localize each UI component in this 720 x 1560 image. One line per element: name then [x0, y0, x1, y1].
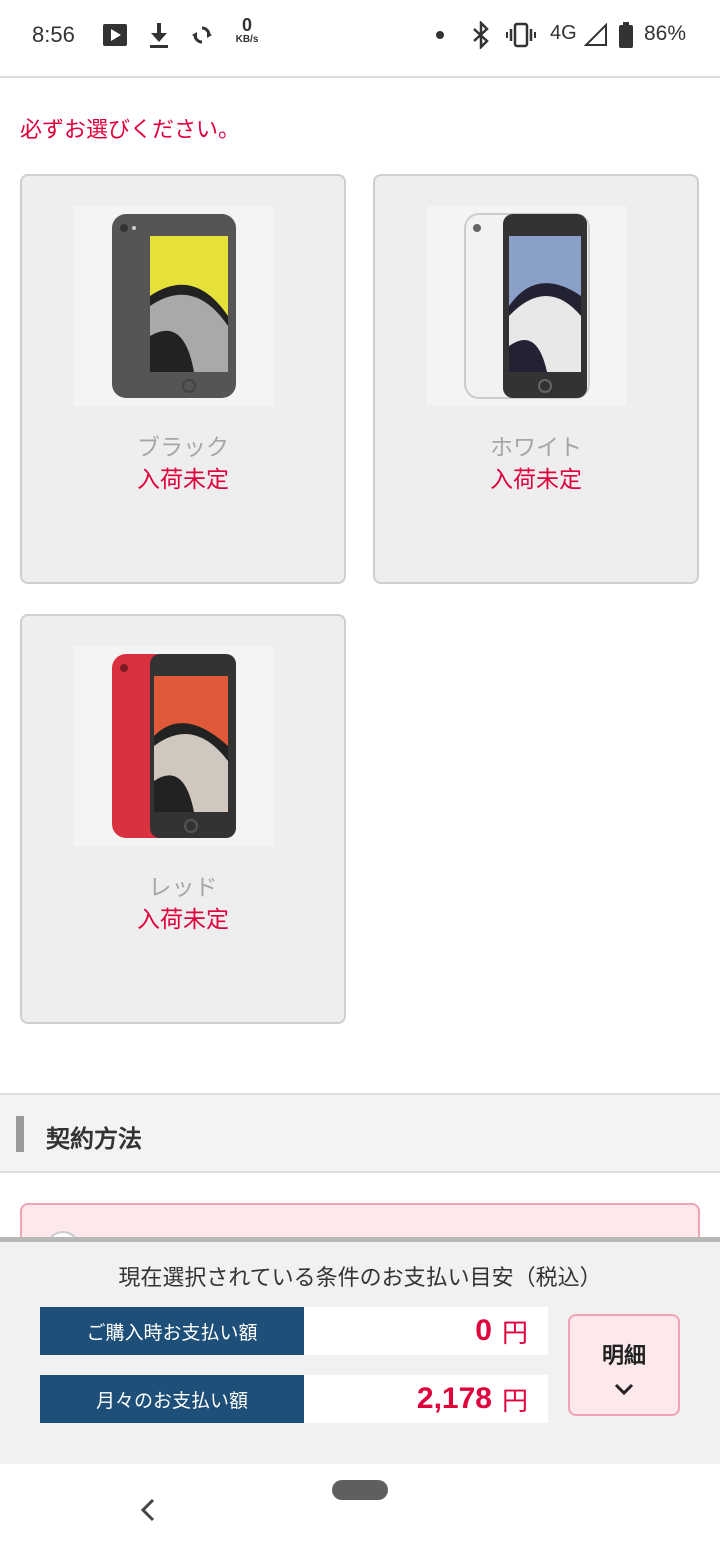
payment-summary-title: 現在選択されている条件のお支払い目安（税込）: [118, 1266, 602, 1291]
currency-unit: 円: [501, 1318, 528, 1349]
download-icon: [146, 20, 172, 50]
color-name: ホワイト: [490, 435, 582, 461]
battery-icon: [618, 20, 634, 50]
contract-method-section-header: 契約方法: [0, 1093, 720, 1173]
amount: 2,178: [416, 1382, 492, 1415]
details-button[interactable]: 明細: [568, 1314, 680, 1416]
stock-status: 入荷未定: [490, 467, 582, 493]
phone-image-white: [427, 206, 627, 406]
play-store-icon: [102, 20, 128, 50]
bluetooth-icon: [470, 20, 492, 50]
details-label: 明細: [601, 1344, 646, 1369]
header-divider: [0, 76, 720, 78]
color-option-white[interactable]: ホワイト 入荷未定: [373, 174, 699, 584]
color-name: ブラック: [137, 435, 229, 461]
system-navigation-bar: [0, 1464, 720, 1560]
sync-icon: [190, 20, 214, 50]
currency-unit: 円: [501, 1386, 528, 1417]
purchase-payment-value: 0 円: [304, 1307, 548, 1355]
monthly-payment-label: 月々のお支払い額: [40, 1375, 304, 1423]
color-name: レッド: [148, 875, 218, 901]
phone-image-black: [74, 206, 274, 406]
home-gesture-pill[interactable]: [332, 1480, 388, 1500]
network-type: 4G: [550, 22, 577, 44]
color-option-red[interactable]: レッド 入荷未定: [20, 614, 346, 1024]
section-title: 契約方法: [46, 1125, 142, 1153]
battery-percentage: 86%: [644, 22, 687, 45]
vibrate-icon: [506, 20, 536, 50]
signal-icon: [584, 20, 608, 50]
stock-status: 入荷未定: [137, 907, 229, 933]
color-option-black[interactable]: ブラック 入荷未定: [20, 174, 346, 584]
section-accent-bar: [16, 1116, 24, 1152]
monthly-payment-value: 2,178 円: [304, 1375, 548, 1423]
stock-status: 入荷未定: [137, 467, 229, 493]
phone-image-red: [74, 646, 274, 846]
status-time: 8:56: [32, 22, 75, 47]
selection-required-notice: 必ずお選びください。: [20, 118, 241, 143]
dot-icon: [434, 20, 446, 50]
chevron-down-icon: [614, 1383, 634, 1396]
network-speed: 0 KB/s: [235, 15, 259, 45]
amount: 0: [475, 1314, 492, 1347]
back-icon[interactable]: [138, 1496, 158, 1524]
status-bar: 8:56 0 KB/s 4G 86%: [0, 0, 720, 72]
purchase-payment-label: ご購入時お支払い額: [40, 1307, 304, 1355]
